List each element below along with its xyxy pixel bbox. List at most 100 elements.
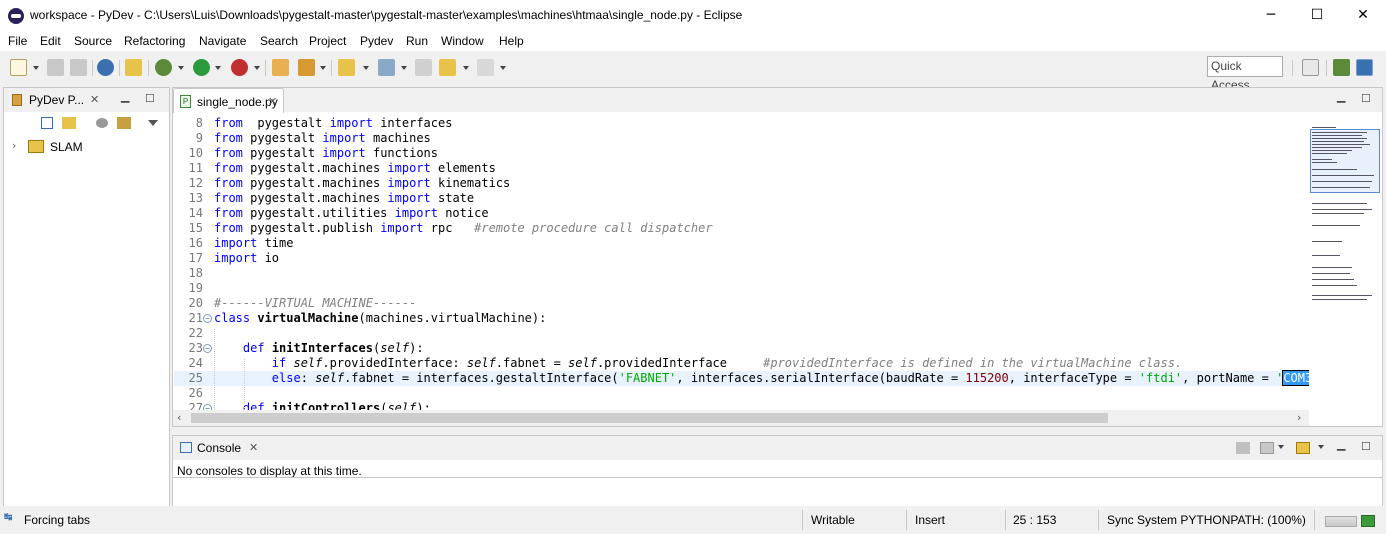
code-line[interactable]: 11 from pygestalt.machines import element… bbox=[174, 161, 1309, 176]
menu-window[interactable]: Window bbox=[441, 34, 484, 48]
focus-icon[interactable] bbox=[117, 117, 131, 129]
external-tools-icon[interactable] bbox=[231, 59, 248, 76]
maximize-view-icon[interactable]: ☐ bbox=[1361, 92, 1371, 105]
menu-run[interactable]: Run bbox=[406, 34, 428, 48]
line-number: 24 bbox=[188, 356, 203, 370]
close-button[interactable]: ✕ bbox=[1340, 0, 1386, 31]
console-header: Console ✕ ▁ ☐ bbox=[173, 436, 1382, 460]
scroll-right-icon[interactable]: › bbox=[1297, 411, 1301, 424]
chevron-right-icon[interactable]: › bbox=[12, 139, 16, 152]
chevron-down-icon[interactable] bbox=[254, 66, 260, 70]
fold-toggle-icon[interactable]: − bbox=[203, 314, 212, 323]
code-line[interactable]: 15 from pygestalt.publish import rpc #rem… bbox=[174, 221, 1309, 236]
fold-toggle-icon[interactable]: − bbox=[203, 344, 212, 353]
code-line[interactable]: 13 from pygestalt.machines import state bbox=[174, 191, 1309, 206]
chevron-down-icon[interactable] bbox=[320, 66, 326, 70]
debug-perspective-icon[interactable] bbox=[1333, 59, 1350, 76]
close-tab-icon[interactable]: ✕ bbox=[249, 441, 258, 454]
code-line[interactable]: 23− def initInterfaces(self): bbox=[174, 341, 1309, 356]
open-perspective-icon[interactable] bbox=[1302, 59, 1319, 76]
open-type-icon[interactable] bbox=[272, 59, 289, 76]
maximize-view-icon[interactable]: ☐ bbox=[1361, 440, 1371, 453]
code-line[interactable]: 17 import io bbox=[174, 251, 1309, 266]
chevron-down-icon[interactable] bbox=[215, 66, 221, 70]
menu-refactoring[interactable]: Refactoring bbox=[124, 34, 185, 48]
code-line[interactable]: 10 from pygestalt import functions bbox=[174, 146, 1309, 161]
tab-pydev-package-explorer[interactable]: PyDev P... bbox=[29, 93, 84, 107]
menu-navigate[interactable]: Navigate bbox=[199, 34, 246, 48]
code-line[interactable]: 9 from pygestalt import machines bbox=[174, 131, 1309, 146]
code-line[interactable]: 18 bbox=[174, 266, 1309, 281]
last-edit-icon[interactable] bbox=[415, 59, 432, 76]
new-project-icon[interactable] bbox=[125, 59, 142, 76]
close-tab-icon[interactable]: ✕ bbox=[268, 95, 277, 108]
menu-help[interactable]: Help bbox=[499, 34, 524, 48]
code-line[interactable]: 14 from pygestalt.utilities import notice bbox=[174, 206, 1309, 221]
code-line[interactable]: 20 #------VIRTUAL MACHINE------ bbox=[174, 296, 1309, 311]
menu-project[interactable]: Project bbox=[309, 34, 346, 48]
chevron-down-icon[interactable] bbox=[178, 66, 184, 70]
filter-icon[interactable] bbox=[96, 118, 108, 128]
menu-file[interactable]: File bbox=[8, 34, 27, 48]
code-line[interactable]: 12 from pygestalt.machines import kinemat… bbox=[174, 176, 1309, 191]
chevron-down-icon[interactable] bbox=[363, 66, 369, 70]
minimize-view-icon[interactable]: ▁ bbox=[121, 90, 129, 103]
prev-annotation-icon[interactable] bbox=[378, 59, 395, 76]
open-task-icon[interactable] bbox=[298, 59, 315, 76]
chevron-down-icon[interactable] bbox=[401, 66, 407, 70]
code-line[interactable]: 16 import time bbox=[174, 236, 1309, 251]
pydev-perspective-icon[interactable] bbox=[1356, 59, 1373, 76]
horizontal-scrollbar[interactable]: ‹ › bbox=[173, 410, 1309, 426]
new-icon[interactable] bbox=[10, 59, 27, 76]
open-console-icon[interactable] bbox=[1296, 442, 1310, 454]
menu-pydev[interactable]: Pydev bbox=[360, 34, 393, 48]
menu-search[interactable]: Search bbox=[260, 34, 298, 48]
quick-access-input[interactable]: Quick Access bbox=[1207, 56, 1283, 92]
pin-console-icon[interactable] bbox=[1236, 442, 1250, 454]
tab-single-node-py[interactable]: P single_node.py ✕ bbox=[173, 88, 284, 113]
line-number: 26 bbox=[188, 386, 203, 400]
menu-edit[interactable]: Edit bbox=[40, 34, 61, 48]
chevron-down-icon[interactable] bbox=[1278, 445, 1284, 449]
menu-source[interactable]: Source bbox=[74, 34, 112, 48]
maximize-button[interactable]: ☐ bbox=[1294, 0, 1340, 31]
code-line[interactable]: 27− def initControllers(self): bbox=[174, 401, 1309, 410]
scroll-left-icon[interactable]: ‹ bbox=[177, 411, 181, 424]
tab-console[interactable]: Console bbox=[197, 441, 241, 455]
code-line[interactable]: 8 from pygestalt import interfaces bbox=[174, 116, 1309, 131]
code-editor[interactable]: 8 from pygestalt import interfaces 9 from p… bbox=[174, 113, 1309, 410]
run-icon[interactable] bbox=[193, 59, 210, 76]
display-console-icon[interactable] bbox=[1260, 442, 1274, 454]
chevron-down-icon[interactable] bbox=[500, 66, 506, 70]
python-icon[interactable] bbox=[97, 59, 114, 76]
code-line[interactable]: 19 bbox=[174, 281, 1309, 296]
minimize-button[interactable]: ─ bbox=[1248, 0, 1294, 31]
code-line[interactable]: 21− class virtualMachine(machines.virtual… bbox=[174, 311, 1309, 326]
view-menu-icon[interactable] bbox=[148, 120, 158, 126]
next-annotation-icon[interactable] bbox=[338, 59, 355, 76]
forward-icon[interactable] bbox=[477, 59, 494, 76]
tree-item-slam[interactable]: › SLAM bbox=[10, 138, 160, 156]
minimize-view-icon[interactable]: ▁ bbox=[1337, 438, 1345, 451]
back-icon[interactable] bbox=[439, 59, 456, 76]
debug-icon[interactable] bbox=[155, 59, 172, 76]
chevron-down-icon[interactable] bbox=[33, 66, 39, 70]
close-tab-icon[interactable]: ✕ bbox=[90, 93, 99, 106]
code-line[interactable]: 24 if self.providedInterface: self.fabne… bbox=[174, 356, 1309, 371]
chevron-down-icon[interactable] bbox=[463, 66, 469, 70]
save-all-icon[interactable] bbox=[70, 59, 87, 76]
status-forcing-tabs[interactable]: Forcing tabs bbox=[24, 513, 90, 527]
minimap[interactable] bbox=[1309, 113, 1382, 410]
progress-icon[interactable] bbox=[1361, 515, 1375, 527]
scrollbar-thumb[interactable] bbox=[191, 413, 1108, 423]
collapse-all-icon[interactable] bbox=[41, 117, 53, 129]
indent-guide bbox=[214, 329, 215, 410]
maximize-view-icon[interactable]: ☐ bbox=[145, 92, 155, 105]
code-line[interactable]: 22 bbox=[174, 326, 1309, 341]
minimize-view-icon[interactable]: ▁ bbox=[1337, 90, 1345, 103]
link-editor-icon[interactable] bbox=[62, 117, 76, 129]
chevron-down-icon[interactable] bbox=[1318, 445, 1324, 449]
code-line[interactable]: 26 bbox=[174, 386, 1309, 401]
save-icon[interactable] bbox=[47, 59, 64, 76]
code-line[interactable]: 25 else: self.fabnet = interfaces.gestal… bbox=[174, 370, 1309, 386]
